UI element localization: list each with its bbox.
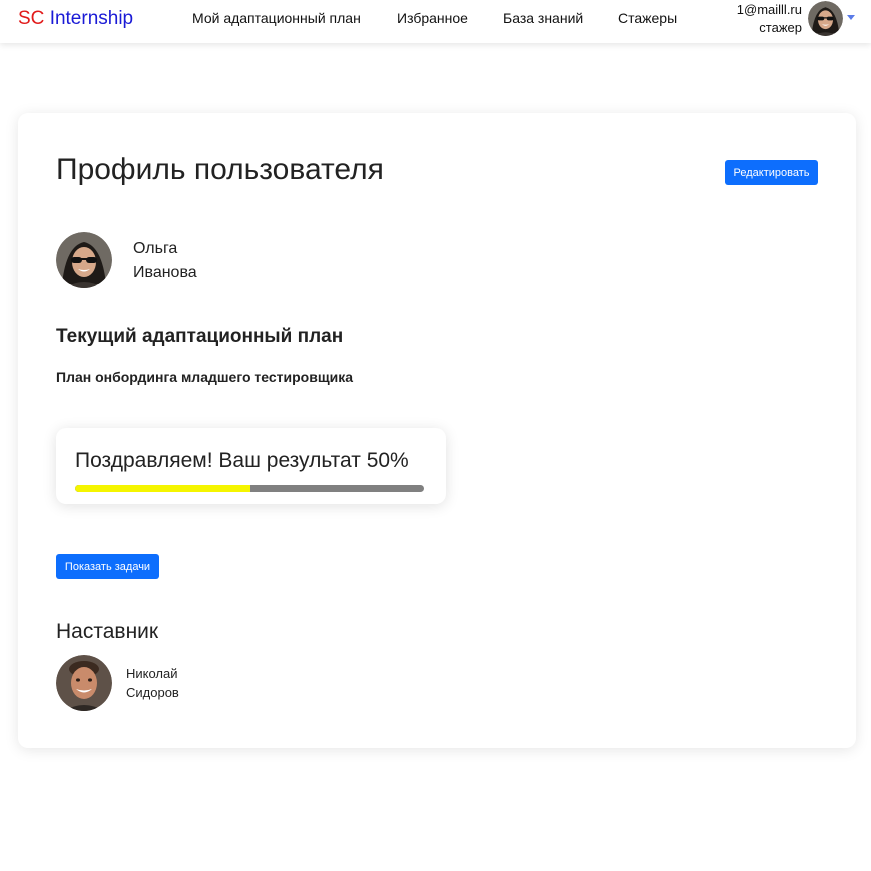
plan-name: План онбординга младшего тестировщика — [56, 369, 354, 385]
nav-favorites[interactable]: Избранное — [397, 10, 468, 27]
progress-bar-fill — [75, 485, 250, 492]
result-card: Поздравляем! Ваш результат 50% — [56, 428, 446, 504]
page-title: Профиль пользователя — [56, 153, 384, 186]
profile-last-name: Иванова — [133, 264, 197, 281]
brand-sc: SC — [18, 8, 45, 29]
mentor-last-name: Сидоров — [126, 685, 179, 700]
mentor-heading: Наставник — [56, 620, 159, 643]
nav-interns[interactable]: Стажеры — [618, 10, 677, 27]
nav-my-plan[interactable]: Мой адаптационный план — [192, 10, 361, 27]
brand-logo[interactable]: SC Internship — [18, 8, 133, 30]
user-role[interactable]: стажер — [759, 20, 802, 36]
profile-first-name: Ольга — [133, 240, 178, 257]
user-email[interactable]: 1@mailll.ru — [737, 2, 802, 18]
result-text: Поздравляем! Ваш результат 50% — [75, 449, 409, 472]
brand-internship: Internship — [49, 8, 134, 29]
show-tasks-button[interactable]: Показать задачи — [56, 554, 159, 579]
current-plan-heading: Текущий адаптационный план — [56, 326, 344, 347]
progress-bar — [75, 485, 424, 492]
nav-knowledge-base[interactable]: База знаний — [503, 10, 583, 27]
chevron-down-icon[interactable] — [847, 15, 855, 20]
mentor-avatar — [56, 655, 112, 711]
user-avatar[interactable] — [808, 1, 843, 36]
profile-avatar — [56, 232, 112, 288]
mentor-first-name: Николай — [126, 666, 178, 681]
edit-button[interactable]: Редактировать — [725, 160, 818, 185]
top-navbar: SC Internship Мой адаптационный план Изб… — [0, 0, 871, 43]
